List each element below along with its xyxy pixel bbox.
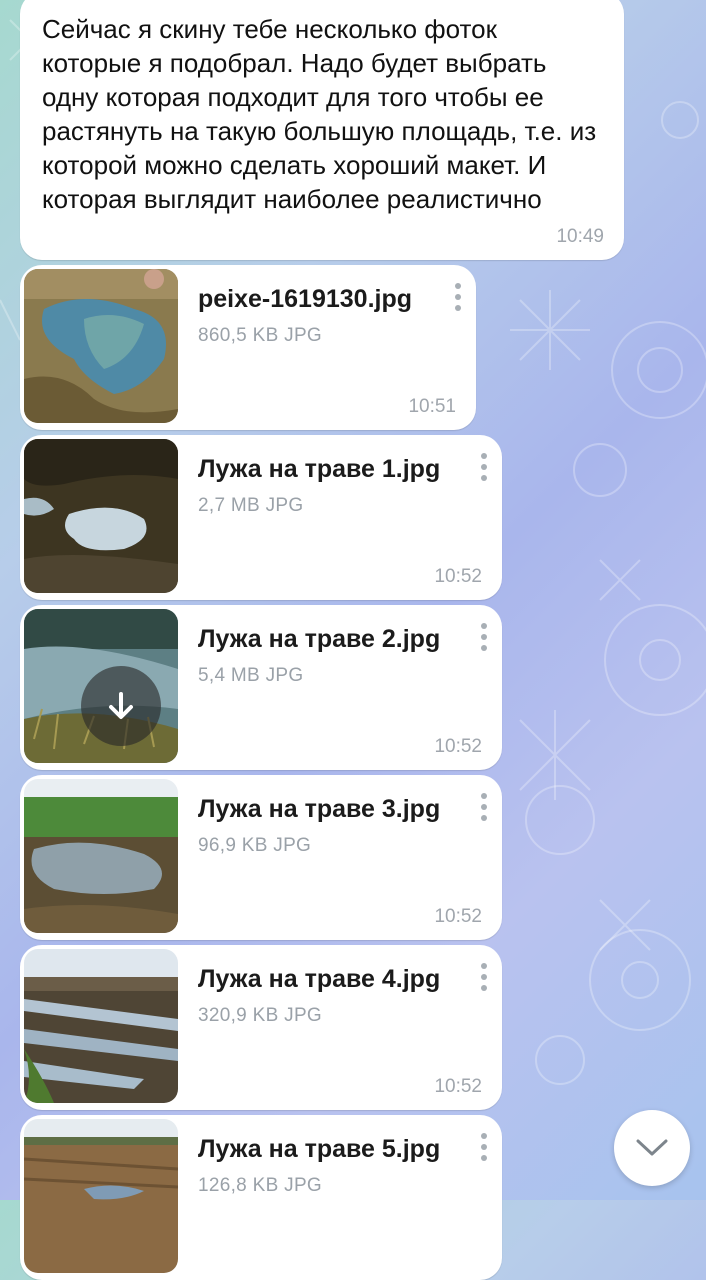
file-meta: 320,9 KB JPG	[198, 1005, 323, 1026]
message-bubble[interactable]: Сейчас я скину тебе несколько фоток кото…	[20, 0, 624, 260]
more-vertical-icon[interactable]	[454, 283, 462, 315]
file-meta: 860,5 KB JPG	[198, 325, 323, 346]
file-message[interactable]: Лужа на траве 4.jpg 320,9 KB JPG 10:52	[20, 945, 502, 1110]
file-message[interactable]: Лужа на траве 5.jpg 126,8 KB JPG	[20, 1115, 502, 1280]
file-time: 10:51	[408, 396, 456, 417]
more-vertical-icon[interactable]	[480, 963, 488, 995]
chevron-down-icon	[636, 1139, 668, 1156]
file-meta: 2,7 MB JPG	[198, 495, 304, 516]
file-time: 10:52	[434, 566, 482, 587]
file-meta: 5,4 MB JPG	[198, 665, 304, 686]
file-name: Лужа на траве 1.jpg	[198, 455, 441, 483]
download-arrow-icon[interactable]	[81, 666, 161, 746]
file-time: 10:52	[434, 736, 482, 757]
file-name: Лужа на траве 4.jpg	[198, 965, 441, 993]
file-thumbnail[interactable]	[24, 609, 178, 763]
file-message[interactable]: peixe-1619130.jpg 860,5 KB JPG 10:51	[20, 265, 476, 430]
more-vertical-icon[interactable]	[480, 793, 488, 825]
file-name: Лужа на траве 5.jpg	[198, 1135, 441, 1163]
message-text: Сейчас я скину тебе несколько фоток кото…	[42, 14, 597, 214]
message-time: 10:49	[556, 226, 604, 247]
file-time: 10:52	[434, 906, 482, 927]
file-message[interactable]: Лужа на траве 1.jpg 2,7 MB JPG 10:52	[20, 435, 502, 600]
file-name: Лужа на траве 2.jpg	[198, 625, 441, 653]
file-thumbnail[interactable]	[24, 1119, 178, 1273]
more-vertical-icon[interactable]	[480, 623, 488, 655]
file-time: 10:52	[434, 1076, 482, 1097]
file-message[interactable]: Лужа на траве 3.jpg 96,9 KB JPG 10:52	[20, 775, 502, 940]
more-vertical-icon[interactable]	[480, 453, 488, 485]
file-name: Лужа на траве 3.jpg	[198, 795, 441, 823]
more-vertical-icon[interactable]	[480, 1133, 488, 1165]
file-thumbnail[interactable]	[24, 269, 178, 423]
file-name: peixe-1619130.jpg	[198, 285, 413, 313]
scroll-down-button[interactable]	[614, 1110, 690, 1186]
file-thumbnail[interactable]	[24, 779, 178, 933]
file-thumbnail[interactable]	[24, 949, 178, 1103]
file-meta: 96,9 KB JPG	[198, 835, 312, 856]
file-message[interactable]: Лужа на траве 2.jpg 5,4 MB JPG 10:52	[20, 605, 502, 770]
file-thumbnail[interactable]	[24, 439, 178, 593]
file-meta: 126,8 KB JPG	[198, 1175, 323, 1196]
